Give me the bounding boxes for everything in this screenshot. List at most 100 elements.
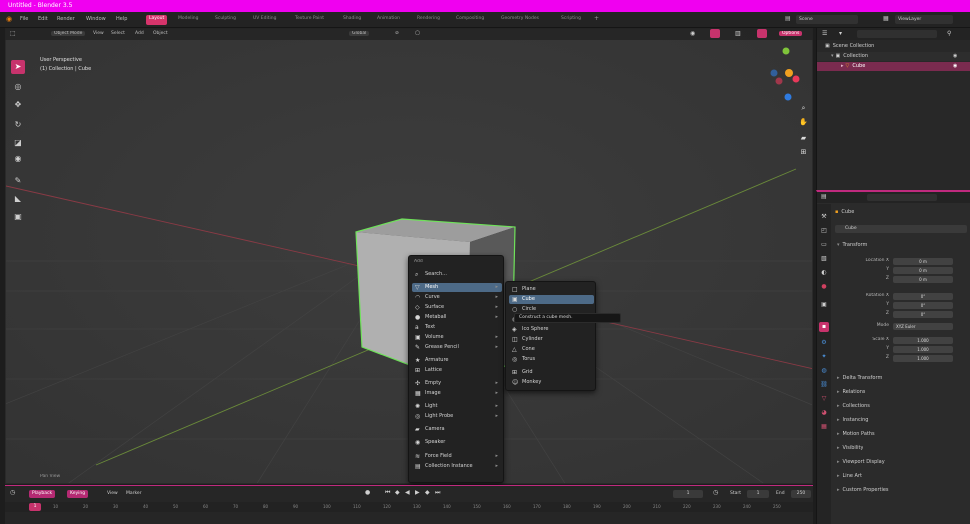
menu-help[interactable]: Help [116, 16, 127, 22]
menu-add[interactable]: Add [135, 31, 144, 36]
view-layer-icon[interactable]: ▦ [883, 15, 889, 22]
add-menu-item[interactable]: ✣ Empty ▸ [412, 379, 502, 388]
outliner-filter-icon[interactable]: ▾ [839, 30, 842, 37]
tab-shading[interactable]: Shading [340, 15, 364, 25]
gizmo-toggle-icon[interactable] [710, 29, 720, 38]
menu-object[interactable]: Object [153, 31, 168, 36]
xray-icon[interactable]: ▥ [735, 30, 741, 37]
view-layer-tab-icon[interactable]: ▧ [819, 254, 829, 264]
rotation-z-field[interactable]: 0° [893, 311, 953, 318]
options-dropdown[interactable]: Options [779, 31, 803, 36]
tab-rendering[interactable]: Rendering [414, 15, 443, 25]
timeline-type-icon[interactable]: ◷ [10, 489, 15, 496]
menu-file[interactable]: File [20, 16, 28, 22]
tab-uv-editing[interactable]: UV Editing [250, 15, 279, 25]
location-x-field[interactable]: 0 m [893, 258, 953, 265]
scene-icon[interactable]: ▤ [785, 15, 791, 22]
shading-solid-icon[interactable] [757, 29, 767, 38]
rotation-y-field[interactable]: 0° [893, 302, 953, 309]
scale-x-field[interactable]: 1.000 [893, 337, 953, 344]
mesh-submenu-item[interactable]: ◎ Torus [509, 355, 594, 364]
add-cube-tool-icon[interactable]: ▣ [11, 210, 25, 224]
start-frame-field[interactable]: 1 [747, 490, 769, 498]
visibility-eye-icon[interactable]: ◉ [953, 52, 957, 61]
tool-tab-icon[interactable]: ⚒ [819, 212, 829, 222]
panel-viewport-display[interactable]: ▸ Viewport Display [837, 459, 885, 465]
menu-edit[interactable]: Edit [38, 16, 48, 22]
annotate-tool-icon[interactable]: ✎ [11, 174, 25, 188]
mesh-submenu-item[interactable]: □ Plane [509, 285, 594, 294]
output-tab-icon[interactable]: ▭ [819, 240, 829, 250]
scene-tab-icon[interactable]: ◐ [819, 268, 829, 278]
panel-relations[interactable]: ▸ Relations [837, 389, 865, 395]
add-menu-item[interactable]: ▣ Volume ▸ [412, 333, 502, 342]
view-layer-selector[interactable]: ViewLayer [895, 15, 953, 24]
jump-start-icon[interactable]: ⏮ [385, 489, 390, 497]
add-menu-item[interactable]: ▤ Collection Instance ▸ [412, 462, 502, 471]
panel-custom-properties[interactable]: ▸ Custom Properties [837, 487, 889, 493]
outliner-type-icon[interactable]: ☰ [822, 30, 827, 37]
cursor-3d-icon[interactable]: ◎ [11, 80, 25, 94]
scale-tool-icon[interactable]: ◪ [11, 136, 25, 150]
tab-layout[interactable]: Layout [146, 15, 168, 25]
rotation-x-field[interactable]: 0° [893, 293, 953, 300]
rotation-mode-dropdown[interactable]: XYZ Euler [893, 323, 953, 330]
texture-tab-icon[interactable]: ▦ [819, 422, 829, 432]
menu-render[interactable]: Render [57, 16, 75, 22]
mesh-submenu-item[interactable]: △ Cone [509, 345, 594, 354]
modifier-tab-icon[interactable]: ⚙ [819, 338, 829, 348]
playback-dropdown[interactable]: Playback [29, 490, 56, 498]
mesh-submenu-item[interactable]: ▣ Cube [509, 295, 594, 304]
tab-animation[interactable]: Animation [374, 15, 403, 25]
clock-icon[interactable]: ◷ [713, 489, 718, 496]
end-frame-field[interactable]: 250 [791, 490, 811, 498]
current-frame-indicator[interactable]: 1 [29, 503, 41, 511]
scale-z-field[interactable]: 1.000 [893, 355, 953, 362]
material-tab-icon[interactable]: ◕ [819, 408, 829, 418]
blender-logo-icon[interactable]: ◉ [6, 15, 12, 23]
cursor-tool-icon[interactable]: ➤ [11, 60, 25, 74]
add-menu-item[interactable]: ◇ Surface ▸ [412, 303, 502, 312]
outliner-funnel-icon[interactable]: ⚲ [947, 30, 951, 37]
tab-compositing[interactable]: Compositing [453, 15, 487, 25]
tab-sculpting[interactable]: Sculpting [212, 15, 239, 25]
pan-icon[interactable]: ✋ [799, 118, 808, 127]
collection-tab-icon[interactable]: ▣ [819, 300, 829, 310]
keying-dropdown[interactable]: Keying [67, 490, 89, 498]
add-menu-item[interactable]: ≋ Force Field ▸ [412, 452, 502, 461]
add-menu-search[interactable]: ⌕ Search... [412, 270, 502, 279]
add-menu-item[interactable]: ▦ Image ▸ [412, 389, 502, 398]
constraints-tab-icon[interactable]: ⛓ [819, 380, 829, 390]
measure-tool-icon[interactable]: ◣ [11, 192, 25, 206]
add-menu-item[interactable]: ◎ Light Probe ▸ [412, 412, 502, 421]
add-menu-item[interactable]: ✎ Grease Pencil ▸ [412, 343, 502, 352]
mesh-submenu-item[interactable]: ◈ Ico Sphere [509, 325, 594, 334]
panel-visibility[interactable]: ▸ Visibility [837, 445, 863, 451]
menu-window[interactable]: Window [86, 16, 106, 22]
timeline-marker-menu[interactable]: Marker [123, 490, 145, 498]
particles-tab-icon[interactable]: ✦ [819, 352, 829, 362]
timeline-view-menu[interactable]: View [104, 490, 121, 498]
properties-type-icon[interactable]: ▤ [821, 193, 827, 200]
menu-select[interactable]: Select [111, 31, 125, 36]
move-tool-icon[interactable]: ✥ [11, 98, 25, 112]
add-menu-item[interactable]: ⊞ Lattice [412, 366, 502, 375]
jump-end-icon[interactable]: ⏭ [435, 489, 440, 497]
tab-scripting[interactable]: Scripting [558, 15, 584, 25]
outliner-row-collection[interactable]: ▾ ▣ Collection ◉ [817, 52, 970, 61]
tab-modeling[interactable]: Modeling [175, 15, 201, 25]
snap-icon[interactable]: ⊘ [395, 31, 399, 36]
play-reverse-icon[interactable]: ◀ [405, 489, 410, 496]
location-y-field[interactable]: 0 m [893, 267, 953, 274]
add-menu-item[interactable]: ◠ Curve ▸ [412, 293, 502, 302]
object-tab-icon[interactable]: ▪ [819, 322, 829, 332]
world-tab-icon[interactable]: ● [819, 282, 829, 292]
play-icon[interactable]: ▶ [415, 489, 420, 496]
visibility-icon[interactable]: ◉ [690, 30, 695, 37]
tab-geometry-nodes[interactable]: Geometry Nodes [498, 15, 542, 25]
physics-tab-icon[interactable]: ◍ [819, 366, 829, 376]
add-menu-item[interactable]: ▰ Camera [412, 425, 502, 434]
mesh-submenu-item[interactable]: ☺ Monkey [509, 378, 594, 387]
panel-delta-transform[interactable]: ▸ Delta Transform [837, 375, 882, 381]
outliner-search-field[interactable] [857, 30, 937, 38]
